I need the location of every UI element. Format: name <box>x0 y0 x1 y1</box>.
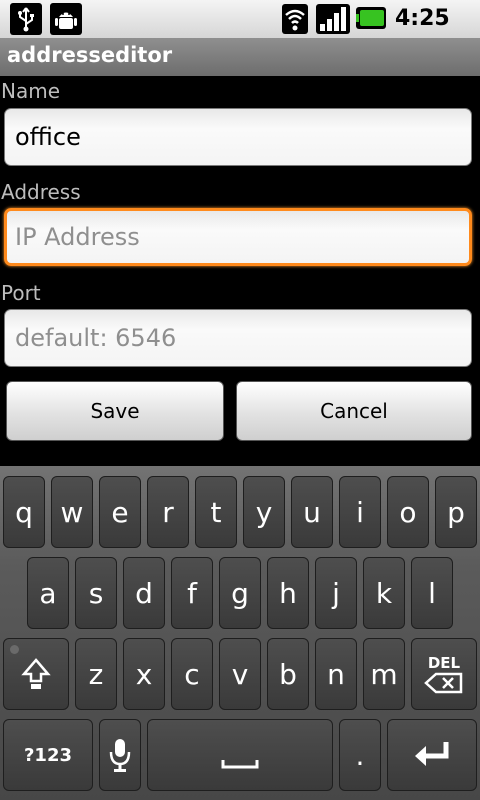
key-b[interactable]: b <box>267 638 309 710</box>
key-j[interactable]: j <box>315 557 357 629</box>
save-button[interactable]: Save <box>6 381 224 441</box>
delete-key[interactable]: DEL <box>411 638 477 710</box>
key-s[interactable]: s <box>75 557 117 629</box>
key-r[interactable]: r <box>147 476 189 548</box>
name-field[interactable] <box>4 108 472 166</box>
address-label: Address <box>1 180 81 204</box>
port-field[interactable] <box>4 309 472 367</box>
microphone-icon <box>109 739 131 772</box>
key-l[interactable]: l <box>411 557 453 629</box>
key-n[interactable]: n <box>315 638 357 710</box>
battery-icon <box>356 7 386 29</box>
name-input[interactable] <box>15 109 455 165</box>
key-q[interactable]: q <box>3 476 45 548</box>
address-input[interactable] <box>15 211 455 263</box>
shift-key[interactable] <box>3 638 69 710</box>
port-label: Port <box>1 281 41 305</box>
key-f[interactable]: f <box>171 557 213 629</box>
key-t[interactable]: t <box>195 476 237 548</box>
name-label: Name <box>1 79 61 103</box>
space-key[interactable] <box>147 719 333 791</box>
key-x[interactable]: x <box>123 638 165 710</box>
voice-input-key[interactable] <box>99 719 141 791</box>
key-h[interactable]: h <box>267 557 309 629</box>
address-field[interactable] <box>4 208 472 266</box>
port-input[interactable] <box>15 310 455 366</box>
status-bar: 4:25 PM <box>0 0 480 54</box>
soft-keyboard: q w e r t y u i o p a s d f g h j k l z … <box>0 466 480 800</box>
shift-indicator-icon <box>10 645 19 654</box>
key-i[interactable]: i <box>339 476 381 548</box>
clock-time: 4:25 <box>395 6 450 31</box>
key-k[interactable]: k <box>363 557 405 629</box>
key-u[interactable]: u <box>291 476 333 548</box>
space-icon <box>221 760 259 769</box>
period-key[interactable]: . <box>339 719 381 791</box>
key-v[interactable]: v <box>219 638 261 710</box>
key-a[interactable]: a <box>27 557 69 629</box>
usb-icon <box>10 3 42 35</box>
signal-icon <box>316 4 350 34</box>
wifi-icon <box>282 4 308 34</box>
symbols-key-label: ?123 <box>23 744 72 766</box>
key-g[interactable]: g <box>219 557 261 629</box>
key-p[interactable]: p <box>435 476 477 548</box>
key-z[interactable]: z <box>75 638 117 710</box>
key-o[interactable]: o <box>387 476 429 548</box>
key-y[interactable]: y <box>243 476 285 548</box>
android-debug-icon <box>50 3 82 35</box>
title-bar: addresseditor <box>0 38 480 76</box>
enter-icon <box>415 742 449 766</box>
key-d[interactable]: d <box>123 557 165 629</box>
key-e[interactable]: e <box>99 476 141 548</box>
shift-icon <box>21 658 51 689</box>
key-c[interactable]: c <box>171 638 213 710</box>
key-m[interactable]: m <box>363 638 405 710</box>
symbols-key[interactable]: ?123 <box>3 719 93 791</box>
app-title: addresseditor <box>7 43 173 67</box>
enter-key[interactable] <box>387 719 477 791</box>
delete-key-label: DEL <box>427 654 461 672</box>
cancel-button[interactable]: Cancel <box>236 381 472 441</box>
key-w[interactable]: w <box>51 476 93 548</box>
backspace-icon <box>424 672 463 694</box>
